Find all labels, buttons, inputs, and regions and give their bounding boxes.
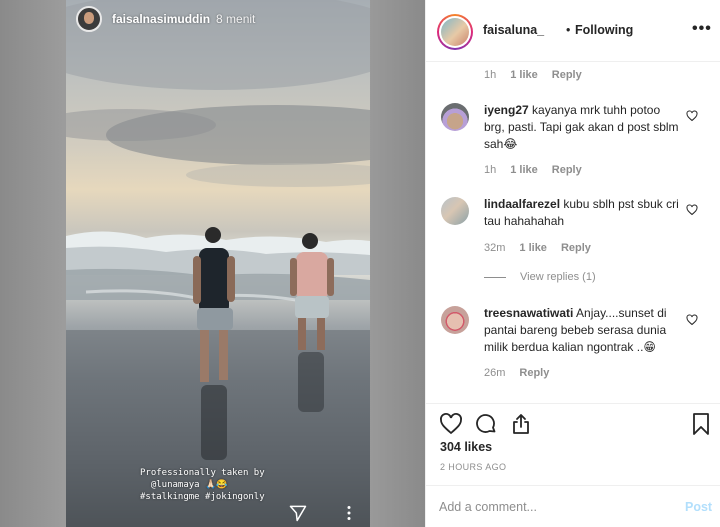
comment-text: lindaalfarezel kubu sblh pst sbuk cri ta… [484,196,680,230]
more-horizontal-icon[interactable]: ••• [692,20,712,38]
post-button[interactable]: Post [685,500,712,514]
comment-likes[interactable]: 1 like [519,242,547,254]
comment-icon[interactable] [474,412,498,436]
view-replies-button[interactable]: View replies (1) [484,271,596,283]
following-button[interactable]: Following [575,23,633,37]
comment-meta: 1h 1 like Reply [484,164,582,176]
comment-input[interactable] [439,500,659,514]
reply-button[interactable]: Reply [519,367,549,379]
comments-list[interactable]: 1h 1 like Reply iyeng27 kayanya mrk tuhh… [426,63,720,403]
header-separator: • [566,23,571,37]
view-replies-label: View replies (1) [520,271,596,283]
comment-username[interactable]: iyeng27 [484,103,529,117]
send-icon[interactable] [288,503,308,523]
author-avatar[interactable] [437,14,473,50]
bookmark-icon[interactable] [689,412,713,436]
likes-count[interactable]: 304 likes [440,440,492,454]
story-avatar[interactable] [76,6,102,32]
avatar[interactable] [441,306,469,334]
comment-time: 26m [484,367,506,379]
comment-username[interactable]: lindaalfarezel [484,197,560,211]
comment-meta: 32m 1 like Reply [484,242,591,254]
comment-likes[interactable]: 1 like [510,164,538,176]
avatar[interactable] [441,103,469,131]
author-username[interactable]: faisaluna_ [483,23,544,37]
post-header: faisaluna_ • Following ••• [426,0,720,62]
comment-time: 1h [484,164,497,176]
heart-icon[interactable] [686,110,698,122]
beach-photo [66,0,370,527]
comment-time: 32m [484,242,506,254]
heart-icon[interactable] [439,412,463,436]
avatar[interactable] [441,197,469,225]
comment-username[interactable]: treesnawatiwati [484,306,573,320]
action-bar [426,403,720,435]
more-vertical-icon[interactable] [345,505,353,521]
share-icon[interactable] [509,412,533,436]
story-time: 8 menit [216,12,256,26]
comment-meta: 26m Reply [484,367,549,379]
add-comment-bar: Post [426,485,720,527]
comment-text: treesnawatiwati Anjay....sunset di panta… [484,305,680,356]
story-username[interactable]: faisalnasimuddin [112,12,210,26]
comment-time: 1h [484,69,497,81]
reply-button[interactable]: Reply [552,69,582,81]
post-media[interactable]: faisalnasimuddin 8 menit Professionally … [0,0,425,527]
comment-text: iyeng27 kayanya mrk tuhh potoo brg, past… [484,102,680,153]
heart-icon[interactable] [686,204,698,216]
story-caption: Professionally taken by @lunamaya 🙏🏻😂 #s… [140,468,265,502]
story-header: faisalnasimuddin 8 menit [76,6,255,32]
post-timestamp: 2 HOURS AGO [440,462,507,472]
reply-button[interactable]: Reply [552,164,582,176]
comment-likes[interactable]: 1 like [510,69,538,81]
heart-icon[interactable] [686,314,698,326]
reply-button[interactable]: Reply [561,242,591,254]
post-panel: faisaluna_ • Following ••• 1h 1 like Rep… [425,0,720,527]
divider [484,276,506,278]
comment-meta: 1h 1 like Reply [484,69,582,81]
